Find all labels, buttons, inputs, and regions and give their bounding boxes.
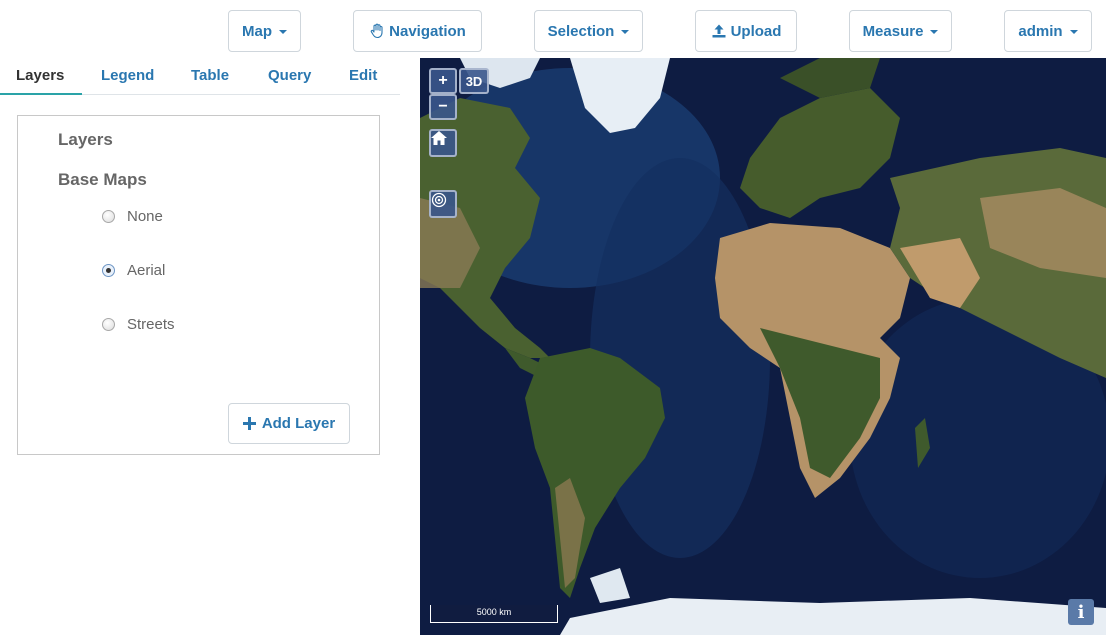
base-map-option-streets[interactable]: Streets [102,316,175,333]
chevron-down-icon [279,30,287,34]
add-layer-button[interactable]: Add Layer [228,403,350,444]
chevron-down-icon [1069,30,1078,34]
tab-legend[interactable]: Legend [101,67,154,84]
navigation-label: Navigation [389,22,466,40]
map-view[interactable]: + 3D − 5000 km i [420,58,1106,635]
selection-menu-button[interactable]: Selection [534,10,643,52]
locate-icon [431,192,447,208]
tab-table[interactable]: Table [191,67,229,84]
active-tab-indicator [0,93,82,95]
base-map-label: Aerial [127,262,166,279]
base-map-option-aerial[interactable]: Aerial [102,262,165,279]
locate-button[interactable] [429,190,457,218]
info-button[interactable]: i [1068,599,1094,625]
sidebar-tabs: Layers Legend Table Query Edit [0,58,400,95]
view-3d-button[interactable]: 3D [459,68,489,94]
map-menu-button[interactable]: Map [228,10,301,52]
plus-icon [242,417,256,430]
home-button[interactable] [429,129,457,157]
layers-title: Layers [58,130,113,149]
selection-menu-label: Selection [547,22,615,40]
tab-edit[interactable]: Edit [349,67,377,84]
base-map-label: Streets [127,316,175,333]
radio-button[interactable] [102,210,115,223]
scale-bar: 5000 km [430,605,558,623]
zoom-out-button[interactable]: − [429,94,457,120]
navigation-button[interactable]: Navigation [353,10,482,52]
base-map-label: None [127,208,163,225]
tab-query[interactable]: Query [268,67,311,84]
tab-layers[interactable]: Layers [16,67,64,84]
world-aerial-basemap [420,58,1106,635]
radio-button-checked[interactable] [102,264,115,277]
chevron-down-icon [930,30,939,34]
add-layer-label: Add Layer [261,415,336,432]
chevron-down-icon [621,30,630,34]
base-maps-title: Base Maps [58,170,147,189]
measure-menu-button[interactable]: Measure [849,10,952,52]
home-icon [431,131,447,145]
radio-button[interactable] [102,318,115,331]
user-menu-button[interactable]: admin [1004,10,1092,52]
upload-icon [712,24,726,38]
user-menu-label: admin [1018,22,1063,40]
base-map-option-none[interactable]: None [102,208,163,225]
map-menu-label: Map [242,22,272,40]
measure-menu-label: Measure [862,22,924,40]
upload-button[interactable]: Upload [695,10,797,52]
layers-panel: Layers Base Maps None Aerial Streets Add… [17,115,380,455]
hand-icon [370,23,383,39]
zoom-in-button[interactable]: + [429,68,457,94]
upload-label: Upload [730,22,782,40]
